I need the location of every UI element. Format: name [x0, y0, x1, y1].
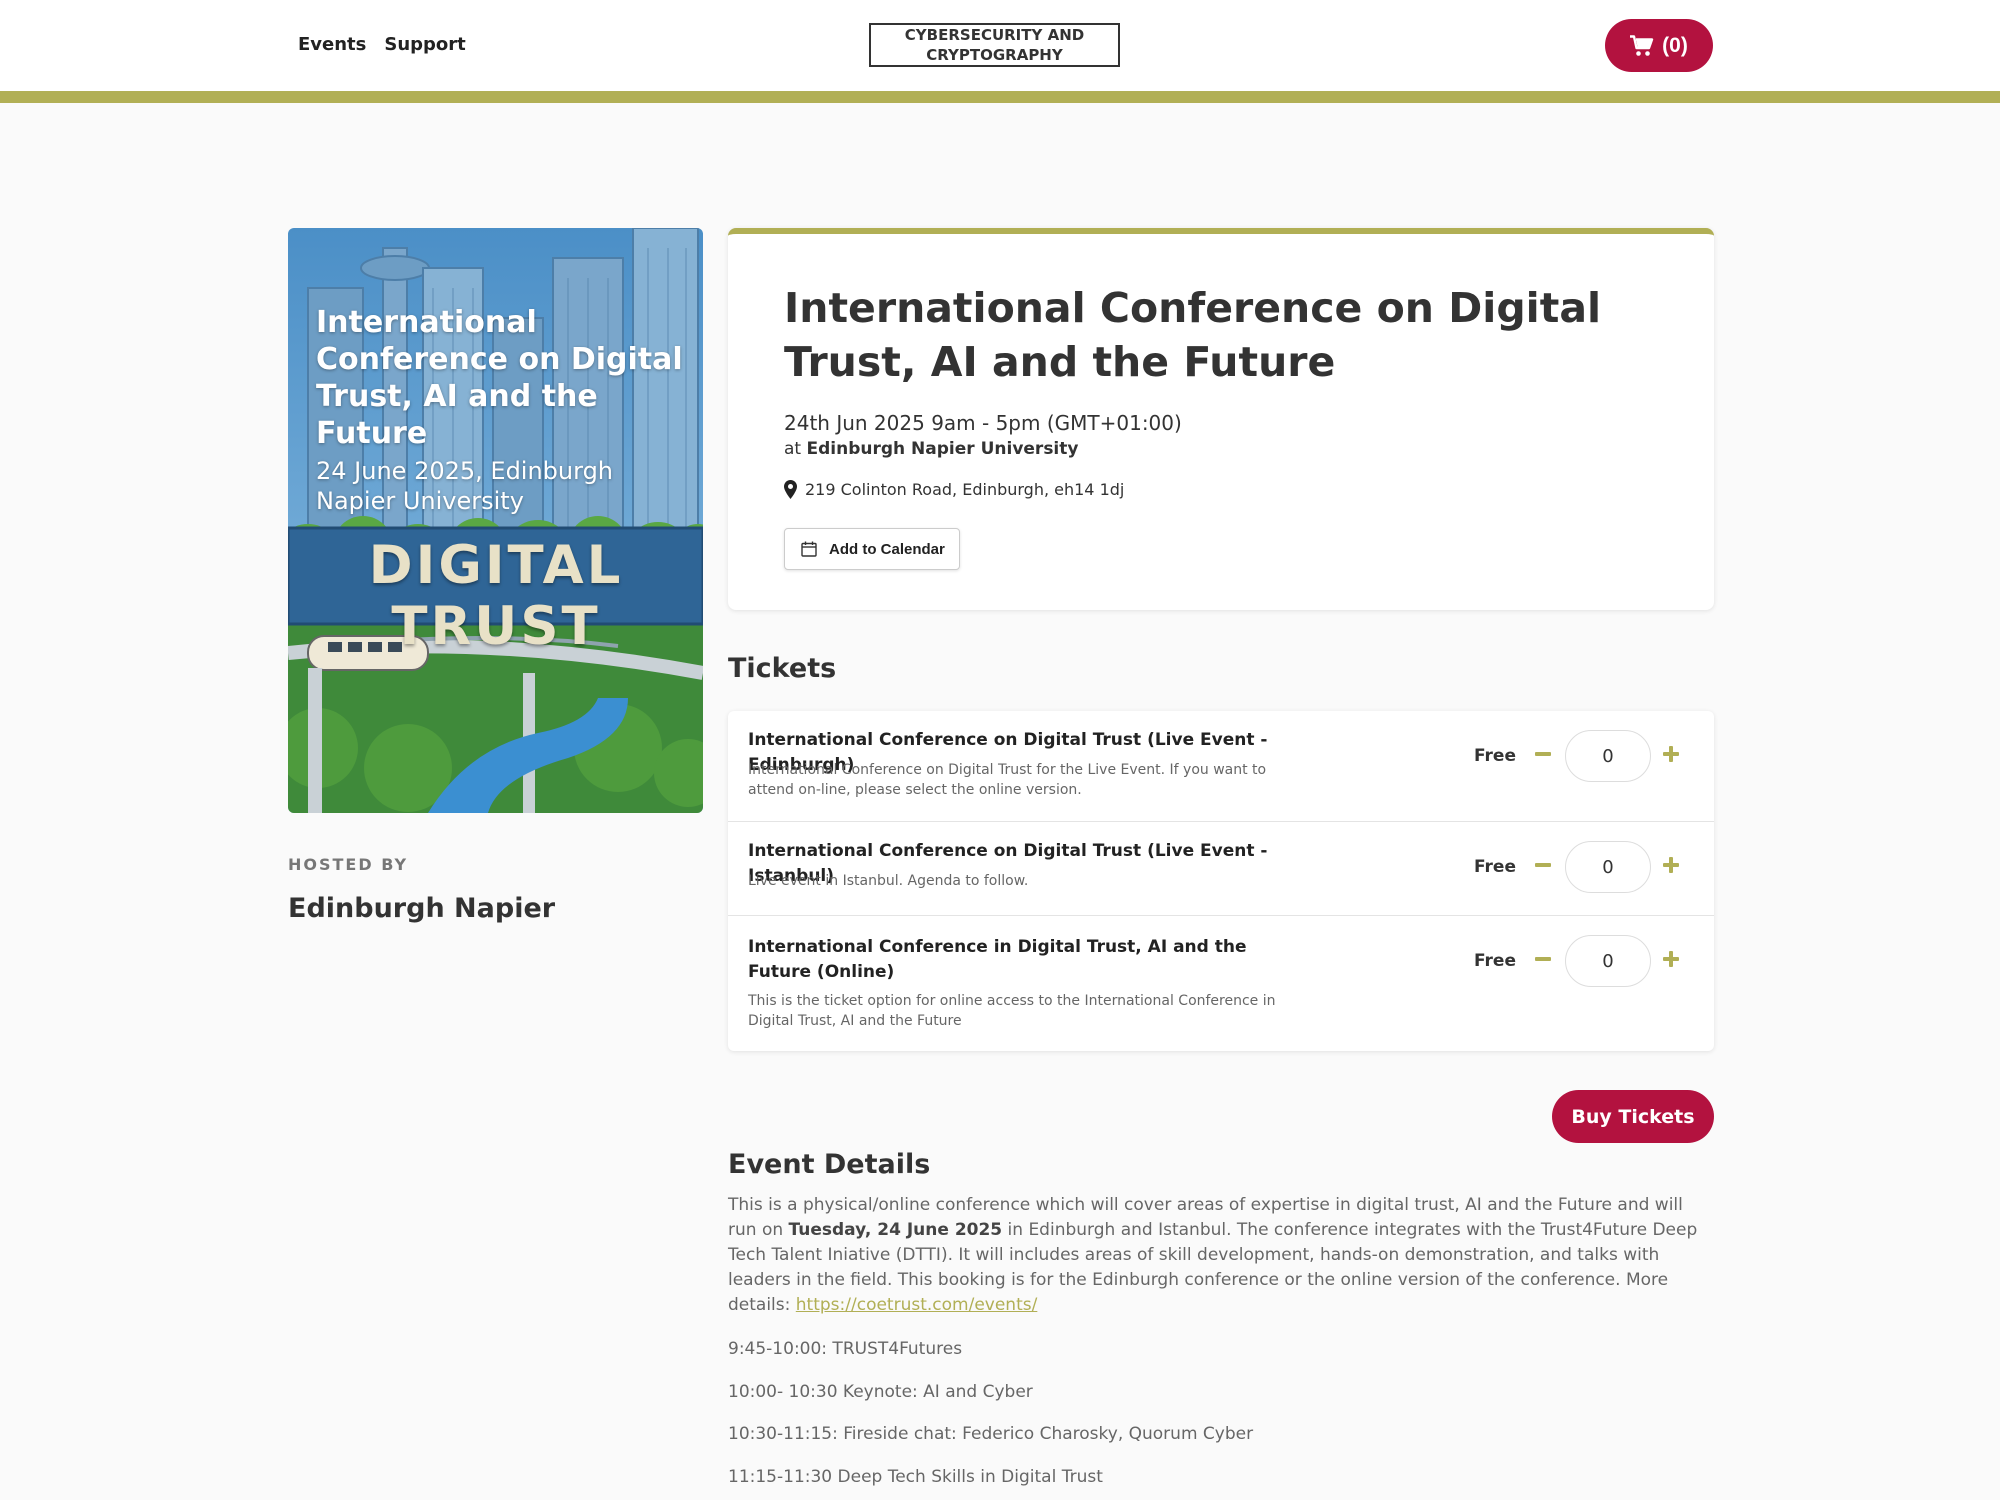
ticket-row: International Conference on Digital Trus… — [728, 822, 1714, 916]
header-accent-stripe — [0, 91, 2000, 103]
host-name[interactable]: Edinburgh Napier — [288, 893, 555, 924]
site-logo[interactable]: CYBERSECURITY AND CRYPTOGRAPHY — [869, 23, 1120, 67]
event-venue-line: at Edinburgh Napier University — [784, 439, 1078, 459]
quantity-input[interactable] — [1565, 841, 1651, 893]
event-poster-image: International Conference on Digital Trus… — [288, 228, 703, 813]
minus-icon — [1535, 863, 1551, 867]
ticket-description: Live event in Istanbul. Agenda to follow… — [748, 873, 1029, 889]
event-venue: Edinburgh Napier University — [806, 439, 1079, 459]
ticket-row: International Conference on Digital Trus… — [728, 711, 1714, 822]
plus-icon — [1663, 857, 1679, 873]
plus-icon — [1663, 746, 1679, 762]
buy-tickets-button[interactable]: Buy Tickets — [1552, 1090, 1714, 1143]
agenda-item: 9:45-10:00: TRUST4Futures — [728, 1339, 963, 1359]
details-intro-date: Tuesday, 24 June 2025 — [788, 1220, 1003, 1240]
event-title: International Conference on Digital Trus… — [784, 284, 1602, 386]
ticket-price: Free — [1474, 857, 1516, 877]
venue-prefix: at — [784, 439, 802, 459]
quantity-decrease-button[interactable] — [1530, 741, 1556, 767]
event-address-line: 219 Colinton Road, Edinburgh, eh14 1dj — [784, 480, 1124, 499]
poster-subtitle: 24 June 2025, Edinburgh Napier Universit… — [316, 457, 614, 515]
add-to-calendar-label: Add to Calendar — [829, 540, 945, 558]
ticket-name: International Conference in Digital Trus… — [748, 937, 1247, 982]
main-nav: Events Support — [298, 34, 466, 55]
quantity-decrease-button[interactable] — [1530, 946, 1556, 972]
ticket-description: This is the ticket option for online acc… — [748, 993, 1276, 1029]
nav-link-events[interactable]: Events — [298, 34, 366, 55]
cart-button[interactable]: (0) — [1605, 19, 1713, 72]
plus-icon — [1663, 951, 1679, 967]
cart-icon — [1630, 34, 1654, 56]
quantity-increase-button[interactable] — [1658, 946, 1684, 972]
tickets-heading: Tickets — [728, 653, 837, 684]
ticket-row: International Conference in Digital Trus… — [728, 916, 1714, 1051]
quantity-decrease-button[interactable] — [1530, 852, 1556, 878]
calendar-icon — [801, 541, 817, 557]
ticket-price: Free — [1474, 746, 1516, 766]
event-summary-card: International Conference on Digital Trus… — [728, 228, 1714, 610]
hosted-by-label: HOSTED BY — [288, 855, 409, 874]
minus-icon — [1535, 957, 1551, 961]
event-date: 24th Jun 2025 9am - 5pm (GMT+01:00) — [784, 411, 1182, 435]
details-link[interactable]: https://coetrust.com/events/ — [796, 1295, 1038, 1315]
add-to-calendar-button[interactable]: Add to Calendar — [784, 528, 960, 570]
tickets-list: International Conference on Digital Trus… — [728, 711, 1714, 1051]
agenda-item: 11:15-11:30 Deep Tech Skills in Digital … — [728, 1467, 1103, 1487]
agenda-item: 10:00- 10:30 Keynote: AI and Cyber — [728, 1382, 1033, 1402]
ticket-price: Free — [1474, 951, 1516, 971]
agenda-item: 10:30-11:15: Fireside chat: Federico Cha… — [728, 1424, 1254, 1444]
quantity-increase-button[interactable] — [1658, 852, 1684, 878]
poster-caption: International Conference on Digital Trus… — [316, 304, 686, 516]
top-navigation-bar: Events Support CYBERSECURITY AND CRYPTOG… — [0, 0, 2000, 91]
nav-link-support[interactable]: Support — [384, 34, 465, 55]
ticket-description: International Conference on Digital Trus… — [748, 762, 1267, 798]
quantity-input[interactable] — [1565, 730, 1651, 782]
event-details-heading: Event Details — [728, 1149, 931, 1180]
cart-count: (0) — [1662, 33, 1688, 57]
event-address: 219 Colinton Road, Edinburgh, eh14 1dj — [805, 480, 1125, 499]
minus-icon — [1535, 752, 1551, 756]
map-pin-icon — [784, 480, 797, 499]
quantity-increase-button[interactable] — [1658, 741, 1684, 767]
event-details-description: This is a physical/online conference whi… — [728, 1193, 1714, 1318]
poster-title: International Conference on Digital Trus… — [316, 305, 683, 451]
quantity-input[interactable] — [1565, 935, 1651, 987]
poster-sign-text: DIGITAL TRUST — [368, 535, 624, 657]
